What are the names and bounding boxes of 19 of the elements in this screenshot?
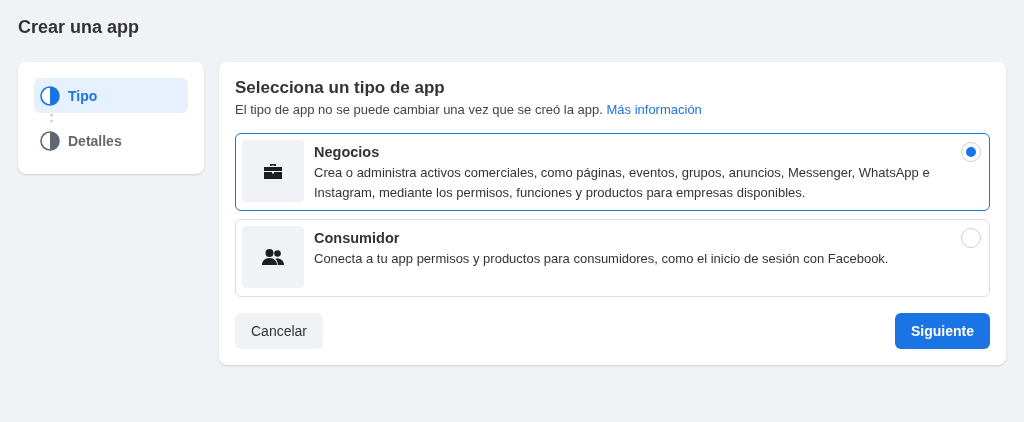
app-type-option[interactable]: Negocios Crea o administra activos comerciales, como páginas, eventos, grupos, anuncios, Messenger, WhatsApp e Instagram, mediante los permisos, funciones y productos para empresas disponibles. — [235, 133, 990, 211]
step-item[interactable]: Tipo — [34, 78, 188, 113]
page-title: Crear una app — [18, 17, 140, 38]
next-button[interactable]: Siguiente — [895, 313, 990, 349]
people-icon — [262, 248, 284, 266]
option-title: Negocios — [314, 144, 380, 160]
app-type-option[interactable]: Consumidor Conecta a tu app permisos y productos para consumidores, como el inicio de sesión con Facebook. — [235, 219, 990, 297]
cancel-button[interactable]: Cancelar — [235, 313, 324, 349]
step-item[interactable]: Detalles — [34, 123, 188, 158]
half-circle-icon — [40, 85, 60, 106]
option-description: Conecta a tu app permisos y productos para consumidores, como el inicio de sesión con Facebook. — [314, 250, 890, 268]
half-circle-icon — [40, 130, 60, 151]
option-title: Consumidor — [314, 230, 400, 246]
briefcase-icon — [263, 162, 283, 180]
subtitle-text: El tipo de app no se puede cambiar una vez que se creó la app. Más información — [235, 102, 703, 117]
more-info-link[interactable]: Más información — [606, 102, 702, 117]
section-heading: Selecciona un tipo de app — [235, 78, 445, 98]
step-connector — [50, 113, 53, 123]
option-description: Crea o administra activos comerciales, como páginas, eventos, grupos, anuncios, Messenger, WhatsApp e Instagram, mediante los permisos, funciones y productos para empresas disponibles. — [314, 164, 931, 202]
